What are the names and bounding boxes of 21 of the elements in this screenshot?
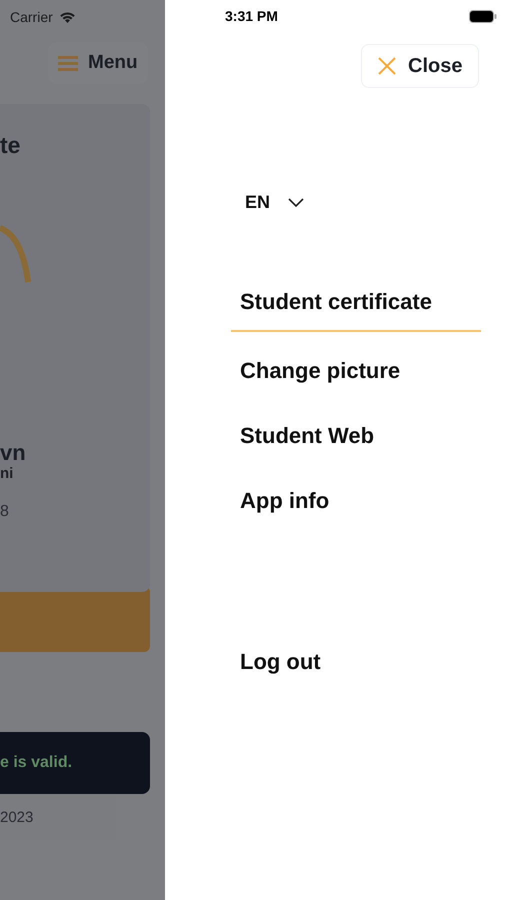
status-time: 3:31 PM [225, 8, 278, 24]
carrier-label: Carrier [10, 8, 53, 24]
student-name: vn [0, 441, 26, 465]
wifi-icon [58, 10, 76, 22]
date-text: 2023 [0, 808, 34, 826]
battery-icon [469, 10, 497, 22]
language-dropdown[interactable]: EN [245, 192, 304, 213]
menu-item[interactable]: App info [231, 478, 481, 531]
card-title: te [0, 132, 20, 159]
close-icon [378, 57, 396, 75]
menu-icon [58, 56, 78, 70]
action-bar[interactable] [0, 586, 150, 652]
menu-item[interactable]: Student certificate [231, 279, 481, 332]
log-out-link[interactable]: Log out [240, 649, 507, 675]
menu-item[interactable]: Student Web [231, 413, 481, 466]
close-button[interactable]: Close [361, 44, 479, 88]
validity-message: e is valid. [0, 754, 72, 772]
student-detail: 8 [0, 503, 9, 521]
student-name: ni [0, 465, 14, 483]
menu-item[interactable]: Change picture [231, 348, 481, 401]
chevron-down-icon [288, 198, 304, 207]
